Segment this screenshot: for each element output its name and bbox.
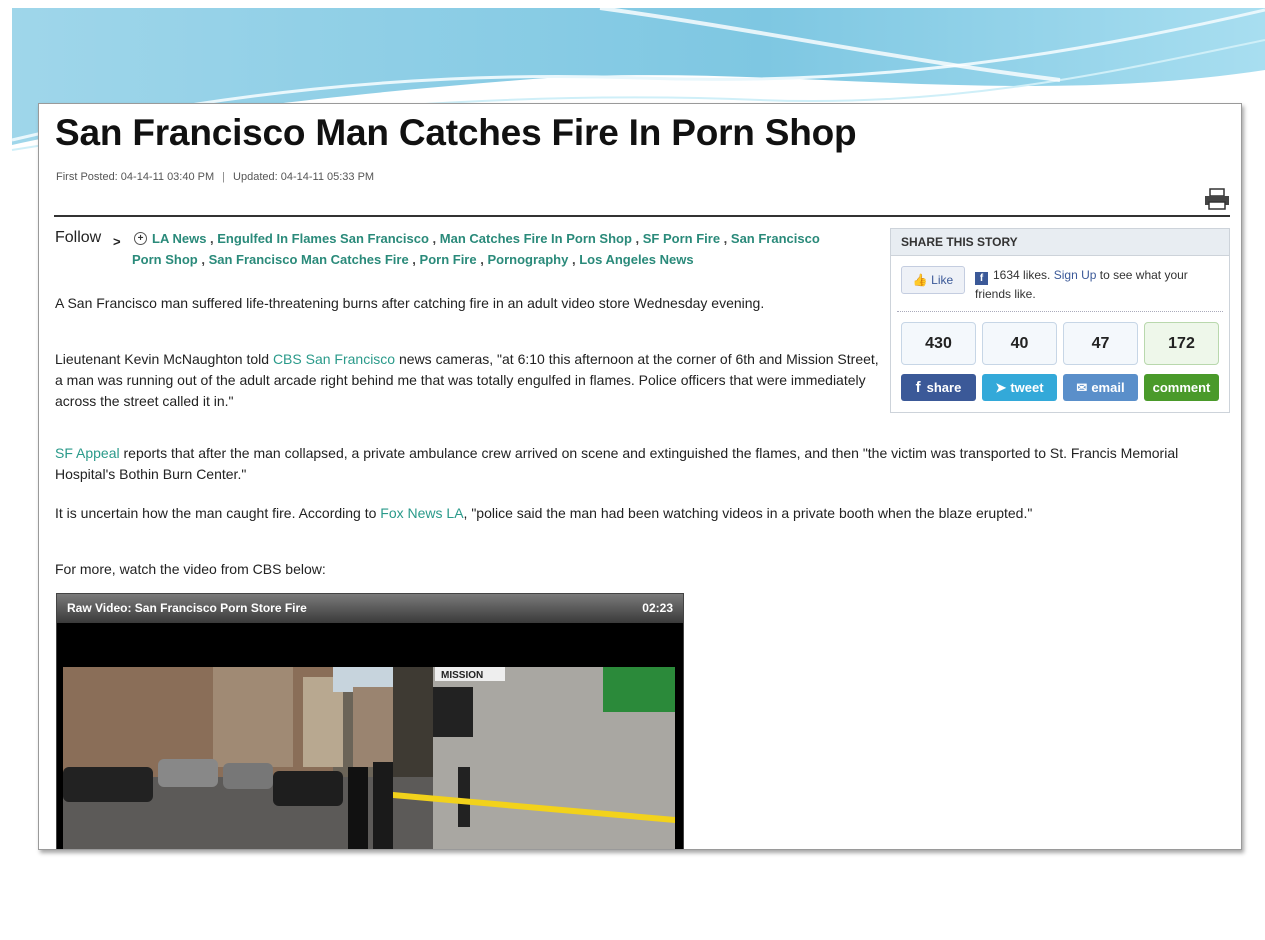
video-title: Raw Video: San Francisco Porn Store Fire xyxy=(67,601,307,615)
sign-up-link[interactable]: Sign Up xyxy=(1054,268,1097,282)
email-icon: ✉ xyxy=(1076,380,1088,395)
tag-link[interactable]: SF Porn Fire xyxy=(643,231,720,246)
updated-date: Updated: 04-14-11 05:33 PM xyxy=(233,171,375,183)
follow-label: Follow xyxy=(55,229,102,246)
video-player[interactable]: Raw Video: San Francisco Porn Store Fire… xyxy=(56,593,684,850)
article-title: San Francisco Man Catches Fire In Porn S… xyxy=(55,112,857,153)
street-sign-text: MISSION xyxy=(441,670,483,681)
printer-icon[interactable] xyxy=(1204,188,1230,210)
p4-text-before: It is uncertain how the man caught fire.… xyxy=(55,505,381,521)
article-card: San Francisco Man Catches Fire In Porn S… xyxy=(38,103,1242,850)
cbs-link[interactable]: CBS San Francisco xyxy=(273,351,395,367)
date-separator: | xyxy=(222,171,226,183)
comment-count: 172 xyxy=(1144,322,1219,365)
comment-button[interactable]: comment xyxy=(1144,374,1219,401)
video-frame[interactable]: MISSION xyxy=(63,667,675,850)
follow-arrow-icon: > xyxy=(113,234,121,249)
fox-news-link[interactable]: Fox News LA xyxy=(380,505,463,521)
share-label: share xyxy=(926,380,962,395)
tweet-label: tweet xyxy=(1010,380,1044,395)
share-divider xyxy=(897,311,1223,312)
email-count: 47 xyxy=(1063,322,1138,365)
facebook-icon: f xyxy=(975,272,988,285)
tweet-count: 40 xyxy=(982,322,1057,365)
likes-count-text: 1634 likes. xyxy=(993,268,1051,282)
share-heading: SHARE THIS STORY xyxy=(891,229,1229,256)
video-duration: 02:23 xyxy=(642,601,673,615)
share-box: SHARE THIS STORY 👍 Like f 1634 likes. Sig… xyxy=(890,228,1230,413)
tag-link[interactable]: Porn Fire xyxy=(420,252,477,267)
likes-info: f 1634 likes. Sign Up to see what your fr… xyxy=(975,266,1215,303)
tag-link[interactable]: Pornography xyxy=(487,252,568,267)
first-posted: First Posted: 04-14-11 03:40 PM xyxy=(56,171,215,183)
header-rule xyxy=(54,215,1230,217)
tag-link[interactable]: Man Catches Fire In Porn Shop xyxy=(440,231,632,246)
tweet-button[interactable]: ➤ tweet xyxy=(982,374,1057,401)
facebook-share-button[interactable]: f share xyxy=(901,374,976,401)
twitter-icon: ➤ xyxy=(995,380,1007,395)
like-button[interactable]: 👍 Like xyxy=(901,266,965,294)
tag-list: LA News , Engulfed In Flames San Francis… xyxy=(132,231,820,267)
p4-text-after: , "police said the man had been watching… xyxy=(463,505,1033,521)
tag-link[interactable]: LA News xyxy=(152,231,206,246)
sf-appeal-link[interactable]: SF Appeal xyxy=(55,445,120,461)
paragraph-1: A San Francisco man suffered life-threat… xyxy=(55,295,765,311)
paragraph-5: For more, watch the video from CBS below… xyxy=(55,561,326,577)
comment-label: comment xyxy=(1152,380,1211,395)
p3-text: reports that after the man collapsed, a … xyxy=(55,445,1179,482)
tag-link[interactable]: San Francisco Man Catches Fire xyxy=(209,252,409,267)
facebook-icon: f xyxy=(915,379,921,396)
share-count: 430 xyxy=(901,322,976,365)
paragraph-4: It is uncertain how the man caught fire.… xyxy=(55,503,1205,524)
paragraph-2: Lieutenant Kevin McNaughton told CBS San… xyxy=(55,349,885,412)
email-button[interactable]: ✉ email xyxy=(1063,374,1138,401)
like-label: Like xyxy=(931,273,954,287)
tag-link[interactable]: Engulfed In Flames San Francisco xyxy=(217,231,429,246)
video-title-bar: Raw Video: San Francisco Porn Store Fire… xyxy=(57,594,683,623)
paragraph-3: SF Appeal reports that after the man col… xyxy=(55,443,1205,485)
article-dates: First Posted: 04-14-11 03:40 PM | Updated:… xyxy=(56,171,374,183)
email-label: email xyxy=(1091,380,1125,395)
thumbs-up-icon: 👍 xyxy=(912,273,928,287)
tag-link[interactable]: Los Angeles News xyxy=(579,252,693,267)
p2-text-before: Lieutenant Kevin McNaughton told xyxy=(55,351,273,367)
